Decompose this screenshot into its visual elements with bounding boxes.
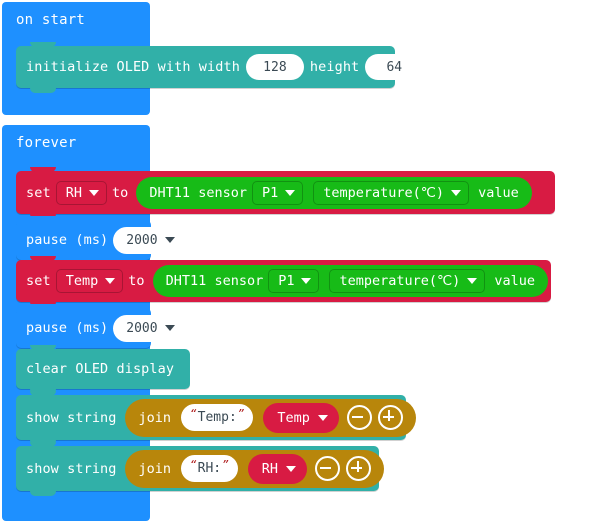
- set-variable-block[interactable]: set RH to DHT11 sensor P1 temperature(℃)…: [16, 167, 555, 219]
- block-notch-top: [30, 391, 56, 396]
- block-notch-top: [30, 442, 56, 447]
- dht11-pin-dropdown[interactable]: P1: [268, 269, 320, 293]
- initialize-oled-text-before: initialize OLED with width: [26, 59, 240, 75]
- dht11-reading-value: temperature(℃): [339, 273, 461, 289]
- join-variable-reporter[interactable]: RH: [247, 453, 308, 484]
- join-string-value: Temp:: [197, 410, 237, 425]
- on-start-label: on start: [16, 12, 86, 28]
- block-notch-bottom: [30, 491, 56, 496]
- block-notch-top: [30, 216, 56, 221]
- variable-dropdown-value: RH: [65, 184, 82, 201]
- chevron-down-icon: [164, 325, 175, 331]
- to-label: to: [111, 184, 129, 201]
- pause-duration-dropdown[interactable]: 2000: [113, 226, 184, 254]
- block-notch-top: [30, 304, 56, 309]
- set-variable-block[interactable]: set Temp to DHT11 sensor P1 temperature(…: [16, 256, 551, 307]
- dht11-pin-dropdown[interactable]: P1: [251, 180, 304, 205]
- initialize-oled-block[interactable]: initialize OLED with width 128 height 64: [16, 42, 424, 93]
- oled-width-field[interactable]: 128: [245, 54, 304, 80]
- chevron-down-icon: [301, 278, 312, 284]
- join-reporter[interactable]: join “ RH: ” RH: [124, 449, 385, 488]
- chevron-down-icon: [286, 465, 297, 472]
- block-notch-bottom: [30, 88, 56, 93]
- quote-open-icon: “: [190, 458, 197, 471]
- chevron-down-icon: [467, 278, 478, 284]
- join-variable-reporter[interactable]: Temp: [263, 402, 339, 433]
- variable-dropdown-value: Temp: [65, 273, 99, 289]
- dht11-reading-value: temperature(℃): [323, 184, 445, 201]
- minus-circle-icon[interactable]: [346, 405, 372, 430]
- oled-height-field[interactable]: 64: [365, 54, 424, 80]
- forever-label: forever: [16, 135, 77, 151]
- variable-dropdown[interactable]: RH: [55, 180, 107, 205]
- pause-block[interactable]: pause (ms) 2000: [16, 216, 184, 265]
- minus-circle-icon[interactable]: [315, 456, 341, 481]
- show-string-block[interactable]: show string join “ RH: ” RH: [16, 442, 385, 496]
- block-notch-top: [30, 42, 56, 47]
- dht11-sensor-label: DHT11 sensor: [149, 184, 247, 201]
- quote-close-icon: ”: [237, 407, 245, 420]
- dht11-value-label: value: [494, 273, 535, 289]
- pause-label: pause (ms): [26, 232, 109, 248]
- show-string-label: show string: [26, 409, 117, 426]
- chevron-down-icon: [285, 189, 296, 196]
- blocks-workspace[interactable]: on start initialize OLED with width 128 …: [0, 0, 600, 524]
- dht11-pin-value: P1: [261, 184, 279, 201]
- join-label: join: [138, 460, 172, 477]
- dht11-sensor-reporter[interactable]: DHT11 sensor P1 temperature(℃) value: [136, 176, 532, 209]
- block-notch-top: [30, 256, 56, 261]
- set-label: set: [26, 273, 51, 289]
- join-variable-value: Temp: [277, 409, 310, 426]
- dht11-sensor-label: DHT11 sensor: [165, 273, 264, 289]
- variable-dropdown[interactable]: Temp: [55, 269, 124, 293]
- quote-close-icon: ”: [222, 458, 229, 471]
- block-notch-top: [30, 167, 56, 172]
- join-string-field[interactable]: “ RH: ”: [181, 455, 238, 482]
- show-string-label: show string: [26, 460, 117, 477]
- pause-duration-value: 2000: [126, 232, 158, 248]
- plus-circle-icon[interactable]: [346, 456, 372, 481]
- dht11-reading-dropdown[interactable]: temperature(℃): [329, 269, 486, 293]
- chevron-down-icon: [317, 414, 328, 421]
- join-label: join: [138, 409, 172, 426]
- show-string-block[interactable]: show string join “ Temp: ” Temp: [16, 391, 416, 445]
- chevron-down-icon: [105, 278, 116, 284]
- dht11-reading-dropdown[interactable]: temperature(℃): [313, 180, 470, 205]
- pause-block[interactable]: pause (ms) 2000: [16, 304, 184, 353]
- plus-circle-icon[interactable]: [377, 405, 403, 430]
- dht11-sensor-reporter[interactable]: DHT11 sensor P1 temperature(℃) value: [152, 265, 548, 297]
- initialize-oled-text-middle: height: [309, 59, 360, 75]
- set-label: set: [26, 184, 51, 201]
- chevron-down-icon: [451, 189, 462, 196]
- block-notch-top: [30, 345, 56, 350]
- dht11-value-label: value: [478, 184, 519, 201]
- join-variable-value: RH: [261, 460, 279, 477]
- pause-duration-value: 2000: [126, 320, 158, 336]
- join-string-field[interactable]: “ Temp: ”: [181, 404, 254, 431]
- quote-open-icon: “: [190, 407, 197, 420]
- clear-oled-label: clear OLED display: [26, 361, 175, 377]
- join-reporter[interactable]: join “ Temp: ” Temp: [124, 398, 416, 437]
- clear-oled-display-block[interactable]: clear OLED display: [16, 345, 190, 394]
- to-label: to: [128, 273, 145, 289]
- chevron-down-icon: [88, 189, 99, 196]
- dht11-pin-value: P1: [278, 273, 295, 289]
- join-string-value: RH:: [197, 461, 222, 476]
- pause-label: pause (ms): [26, 320, 109, 336]
- chevron-down-icon: [164, 237, 175, 243]
- pause-duration-dropdown[interactable]: 2000: [113, 314, 184, 342]
